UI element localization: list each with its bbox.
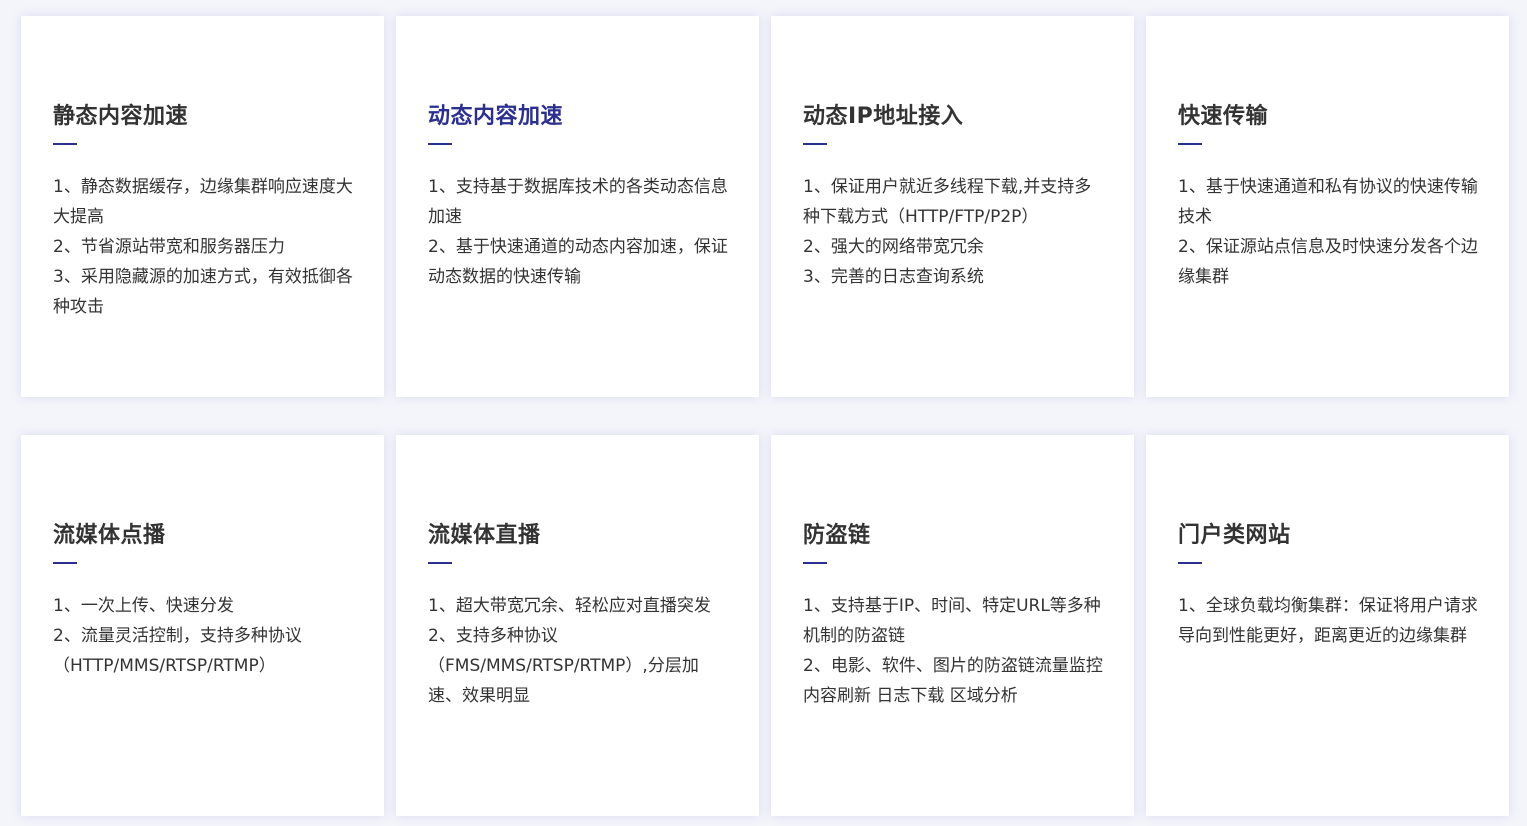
- card-title: 动态内容加速: [428, 104, 564, 129]
- card-fast-transfer[interactable]: 快速传输 1、基于快速通道和私有协议的快速传输技术 2、保证源站点信息及时快速分…: [1146, 16, 1509, 397]
- feature-item: 2、强大的网络带宽冗余: [803, 237, 984, 257]
- card-title: 快速传输: [1178, 104, 1269, 129]
- feature-item: 1、超大带宽冗余、轻松应对直播突发: [428, 596, 711, 616]
- card-title: 流媒体点播: [53, 523, 166, 548]
- feature-item: 2、流量灵活控制，支持多种协议（HTTP/MMS/RTSP/RTMP）: [53, 626, 302, 676]
- feature-list: 1、保证用户就近多线程下载,并支持多种下载方式（HTTP/FTP/P2P） 2、…: [803, 172, 1106, 292]
- card-streaming-vod[interactable]: 流媒体点播 1、一次上传、快速分发 2、流量灵活控制，支持多种协议（HTTP/M…: [21, 435, 384, 816]
- feature-item: 1、一次上传、快速分发: [53, 596, 234, 616]
- feature-item: 2、基于快速通道的动态内容加速，保证动态数据的快速传输: [428, 237, 728, 287]
- feature-card-grid: 静态内容加速 1、静态数据缓存，边缘集群响应速度大大提高 2、节省源站带宽和服务…: [21, 16, 1509, 816]
- feature-item: 2、电影、软件、图片的防盗链流量监控 内容刷新 日志下载 区域分析: [803, 656, 1103, 706]
- card-static-content-acceleration[interactable]: 静态内容加速 1、静态数据缓存，边缘集群响应速度大大提高 2、节省源站带宽和服务…: [21, 16, 384, 397]
- title-underline: [428, 143, 452, 145]
- card-title: 动态IP地址接入: [803, 104, 964, 129]
- feature-item: 3、完善的日志查询系统: [803, 267, 984, 287]
- card-portal-website[interactable]: 门户类网站 1、全球负载均衡集群：保证将用户请求导向到性能更好，距离更近的边缘集…: [1146, 435, 1509, 816]
- title-underline: [1178, 143, 1202, 145]
- card-dynamic-content-acceleration[interactable]: 动态内容加速 1、支持基于数据库技术的各类动态信息加速 2、基于快速通道的动态内…: [396, 16, 759, 397]
- feature-list: 1、一次上传、快速分发 2、流量灵活控制，支持多种协议（HTTP/MMS/RTS…: [53, 591, 356, 681]
- feature-item: 1、支持基于IP、时间、特定URL等多种机制的防盗链: [803, 596, 1101, 646]
- card-anti-hotlinking[interactable]: 防盗链 1、支持基于IP、时间、特定URL等多种机制的防盗链 2、电影、软件、图…: [771, 435, 1134, 816]
- title-underline: [53, 143, 77, 145]
- feature-list: 1、支持基于数据库技术的各类动态信息加速 2、基于快速通道的动态内容加速，保证动…: [428, 172, 731, 292]
- feature-item: 2、保证源站点信息及时快速分发各个边缘集群: [1178, 237, 1478, 287]
- feature-list: 1、全球负载均衡集群：保证将用户请求导向到性能更好，距离更近的边缘集群: [1178, 591, 1481, 651]
- feature-list: 1、支持基于IP、时间、特定URL等多种机制的防盗链 2、电影、软件、图片的防盗…: [803, 591, 1106, 711]
- feature-list: 1、超大带宽冗余、轻松应对直播突发 2、支持多种协议（FMS/MMS/RTSP/…: [428, 591, 731, 711]
- feature-item: 1、保证用户就近多线程下载,并支持多种下载方式（HTTP/FTP/P2P）: [803, 177, 1092, 227]
- title-underline: [53, 562, 77, 564]
- card-streaming-live[interactable]: 流媒体直播 1、超大带宽冗余、轻松应对直播突发 2、支持多种协议（FMS/MMS…: [396, 435, 759, 816]
- title-underline: [803, 562, 827, 564]
- feature-item: 2、节省源站带宽和服务器压力: [53, 237, 285, 257]
- feature-item: 3、采用隐藏源的加速方式，有效抵御各种攻击: [53, 267, 353, 317]
- title-underline: [428, 562, 452, 564]
- card-dynamic-ip-access[interactable]: 动态IP地址接入 1、保证用户就近多线程下载,并支持多种下载方式（HTTP/FT…: [771, 16, 1134, 397]
- feature-item: 1、支持基于数据库技术的各类动态信息加速: [428, 177, 728, 227]
- card-title: 流媒体直播: [428, 523, 541, 548]
- card-title: 防盗链: [803, 523, 871, 548]
- feature-list: 1、静态数据缓存，边缘集群响应速度大大提高 2、节省源站带宽和服务器压力 3、采…: [53, 172, 356, 322]
- feature-item: 1、基于快速通道和私有协议的快速传输技术: [1178, 177, 1478, 227]
- feature-item: 1、静态数据缓存，边缘集群响应速度大大提高: [53, 177, 353, 227]
- feature-item: 1、全球负载均衡集群：保证将用户请求导向到性能更好，距离更近的边缘集群: [1178, 596, 1478, 646]
- feature-list: 1、基于快速通道和私有协议的快速传输技术 2、保证源站点信息及时快速分发各个边缘…: [1178, 172, 1481, 292]
- feature-item: 2、支持多种协议（FMS/MMS/RTSP/RTMP）,分层加速、效果明显: [428, 626, 699, 706]
- card-title: 静态内容加速: [53, 104, 189, 129]
- title-underline: [803, 143, 827, 145]
- card-title: 门户类网站: [1178, 523, 1291, 548]
- title-underline: [1178, 562, 1202, 564]
